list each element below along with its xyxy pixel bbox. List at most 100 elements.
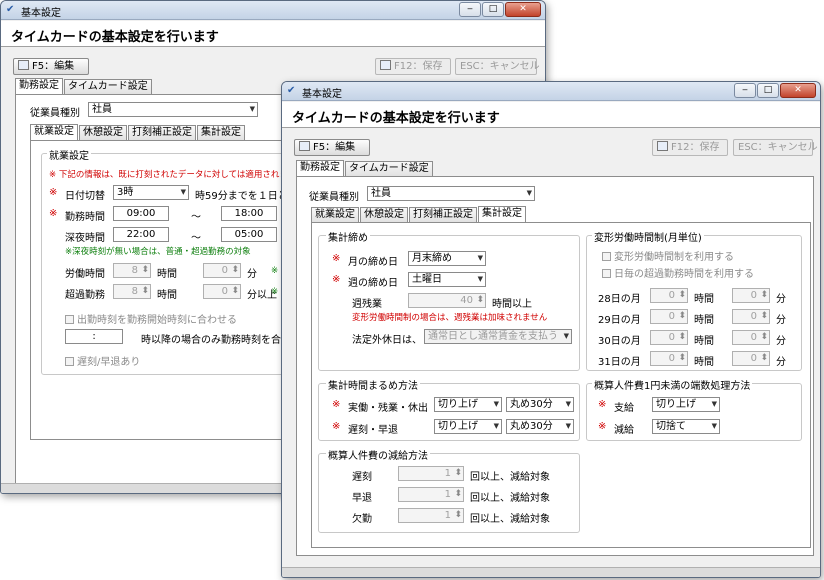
pay-label: 支給 [614, 403, 634, 414]
checkbox-icon [65, 357, 74, 366]
month29-mins-spinner[interactable]: 0 [732, 309, 770, 324]
required-mark: ※ [332, 253, 341, 264]
month-close-select[interactable]: 月末締め [408, 251, 486, 266]
month29-hours-spinner[interactable]: 0 [650, 309, 688, 324]
week-close-select[interactable]: 土曜日 [408, 272, 486, 287]
weekly-ot-unit: 時間以上 [492, 299, 532, 310]
align-time-input[interactable]: : [65, 329, 123, 344]
month30-hours-spinner[interactable]: 0 [650, 330, 688, 345]
reduction-unit: 回以上、減給対象 [470, 493, 550, 504]
subtab-clock-correction[interactable]: 打刻補正設定 [409, 207, 477, 223]
subtab-break[interactable]: 休憩設定 [360, 207, 408, 223]
rounding-row1-label: 実働・残業・休出 [348, 403, 428, 414]
tab-timecard-settings[interactable]: タイムカード設定 [345, 161, 433, 177]
holiday-select[interactable]: 通常日とし通常賃金を支払う [424, 329, 572, 344]
window-title: 基本設定 [21, 8, 61, 19]
overtime-label: 超過勤務 [65, 290, 105, 301]
save-button[interactable]: F12：保存 [375, 58, 451, 75]
variable-checkbox[interactable]: 変形労働時間制を利用する [602, 248, 734, 263]
subtab-totals[interactable]: 集計設定 [197, 125, 245, 141]
early-label: 早退 [352, 493, 372, 504]
required-mark: ※ [49, 208, 58, 219]
close-button[interactable]: ✕ [780, 83, 816, 98]
align-start-checkbox[interactable]: 出勤時刻を勤務開始時刻に合わせる [65, 311, 237, 326]
month28-mins-spinner[interactable]: 0 [732, 288, 770, 303]
cancel-button[interactable]: ESC：キャンセル [455, 58, 540, 75]
rounding-title: 集計時間まるめ方法 [326, 377, 420, 392]
month-close-label: 月の締め日 [348, 257, 398, 268]
header: タイムカードの基本設定を行います [1, 21, 545, 47]
employee-type-label: 従業員種別 [309, 192, 359, 203]
unit-hour: 時間 [694, 294, 714, 305]
cancel-button[interactable]: ESC：キャンセル [733, 139, 818, 156]
overtime-hours-spinner[interactable]: 8 [113, 284, 151, 299]
app-icon: ✔ [287, 85, 296, 96]
rounding-row1-method-select[interactable]: 切り上げ [434, 397, 502, 412]
labor-mins-spinner[interactable]: 0 [203, 263, 241, 278]
page-title: タイムカードの基本設定を行います [11, 30, 219, 45]
month30-mins-spinner[interactable]: 0 [732, 330, 770, 345]
required-mark: ※ [598, 421, 607, 432]
month31-mins-spinner[interactable]: 0 [732, 351, 770, 366]
maximize-button[interactable]: □ [757, 83, 779, 98]
deduct-label: 減給 [614, 425, 634, 436]
rounding-row2-label: 遅刻・早退 [348, 425, 398, 436]
late-early-checkbox[interactable]: 遅刻/早退あり [65, 353, 140, 368]
required-mark: ※ [332, 399, 341, 410]
group-title: 就業設定 [47, 147, 91, 162]
labor-time-label: 労働時間 [65, 269, 105, 280]
window-title: 基本設定 [302, 89, 342, 100]
save-button[interactable]: F12：保存 [652, 139, 728, 156]
close-button[interactable]: ✕ [505, 2, 541, 17]
employee-type-select[interactable]: 社員 [88, 102, 258, 117]
unit-hour: 時間 [694, 336, 714, 347]
work-end-input[interactable]: 18:00 [221, 206, 277, 221]
rounding-row1-unit-select[interactable]: 丸め30分 [506, 397, 574, 412]
minimize-button[interactable]: ‒ [734, 83, 756, 98]
employee-type-label: 従業員種別 [30, 108, 80, 119]
unit-hour: 時間 [157, 290, 177, 301]
rounding-row2-unit-select[interactable]: 丸め30分 [506, 419, 574, 434]
unit-min: 分 [776, 294, 786, 305]
absence-spinner[interactable]: 1 [398, 508, 464, 523]
overtime-mins-spinner[interactable]: 0 [203, 284, 241, 299]
labor-hours-spinner[interactable]: 8 [113, 263, 151, 278]
day-switch-label: 日付切替 [65, 191, 105, 202]
month31-label: 31日の月 [598, 357, 641, 368]
maximize-button[interactable]: □ [482, 2, 504, 17]
title-bar[interactable]: ✔ 基本設定 ‒ □ ✕ [282, 82, 820, 101]
green-mark: ※ [271, 266, 279, 276]
minimize-button[interactable]: ‒ [459, 2, 481, 17]
subtab-employment[interactable]: 就業設定 [311, 207, 359, 223]
main-panel: 従業員種別 社員 就業設定 休憩設定 打刻補正設定 集計設定 集計締め ※ 月の… [296, 176, 814, 556]
early-spinner[interactable]: 1 [398, 487, 464, 502]
pay-select[interactable]: 切り上げ [652, 397, 720, 412]
edit-button[interactable]: F5：編集 [13, 58, 89, 75]
tab-timecard-settings[interactable]: タイムカード設定 [64, 79, 152, 95]
tilde: ～ [191, 212, 201, 223]
late-spinner[interactable]: 1 [398, 466, 464, 481]
checkbox-icon [602, 252, 611, 261]
edit-icon [18, 60, 29, 70]
month28-hours-spinner[interactable]: 0 [650, 288, 688, 303]
month28-label: 28日の月 [598, 294, 641, 305]
subtab-break[interactable]: 休憩設定 [79, 125, 127, 141]
work-start-input[interactable]: 09:00 [113, 206, 169, 221]
employee-type-select[interactable]: 社員 [367, 186, 535, 201]
subtab-clock-correction[interactable]: 打刻補正設定 [128, 125, 196, 141]
page-title: タイムカードの基本設定を行います [292, 111, 500, 126]
title-bar[interactable]: ✔ 基本設定 ‒ □ ✕ [1, 1, 545, 20]
unit-min: 分 [776, 336, 786, 347]
day-switch-select[interactable]: 3時 [113, 185, 189, 200]
rounding-row2-method-select[interactable]: 切り上げ [434, 419, 502, 434]
status-bar [282, 567, 820, 577]
weekly-ot-spinner[interactable]: 40 [408, 293, 486, 308]
edit-button[interactable]: F5：編集 [294, 139, 370, 156]
unit-min: 分 [776, 315, 786, 326]
night-end-input[interactable]: 05:00 [221, 227, 277, 242]
daily-overtime-checkbox[interactable]: 日毎の超過勤務時間を利用する [602, 265, 754, 280]
night-start-input[interactable]: 22:00 [113, 227, 169, 242]
unit-hour: 時間 [157, 269, 177, 280]
month31-hours-spinner[interactable]: 0 [650, 351, 688, 366]
deduct-select[interactable]: 切捨て [652, 419, 720, 434]
